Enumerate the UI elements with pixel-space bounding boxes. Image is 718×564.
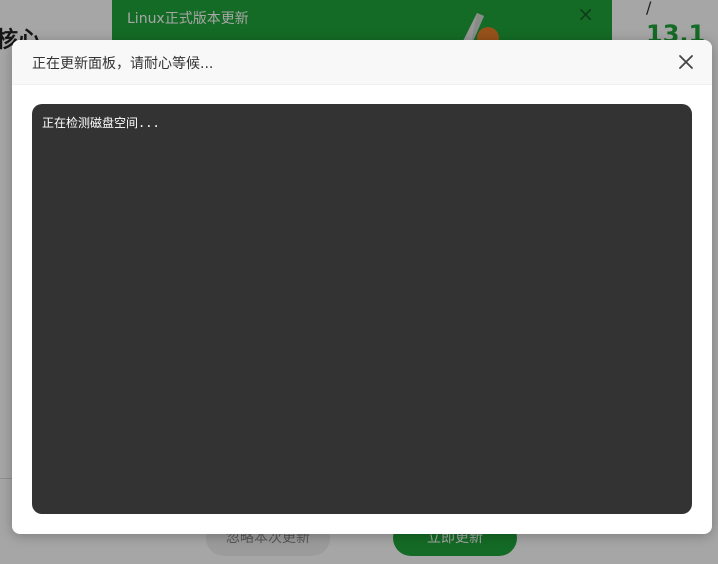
update-progress-modal: 正在更新面板，请耐心等候... 正在检测磁盘空间... bbox=[12, 40, 712, 534]
close-icon[interactable] bbox=[676, 52, 696, 72]
modal-header: 正在更新面板，请耐心等候... bbox=[12, 40, 712, 85]
console-line: 正在检测磁盘空间... bbox=[42, 116, 160, 130]
update-log-console: 正在检测磁盘空间... bbox=[32, 104, 692, 514]
modal-title: 正在更新面板，请耐心等候... bbox=[32, 56, 214, 72]
